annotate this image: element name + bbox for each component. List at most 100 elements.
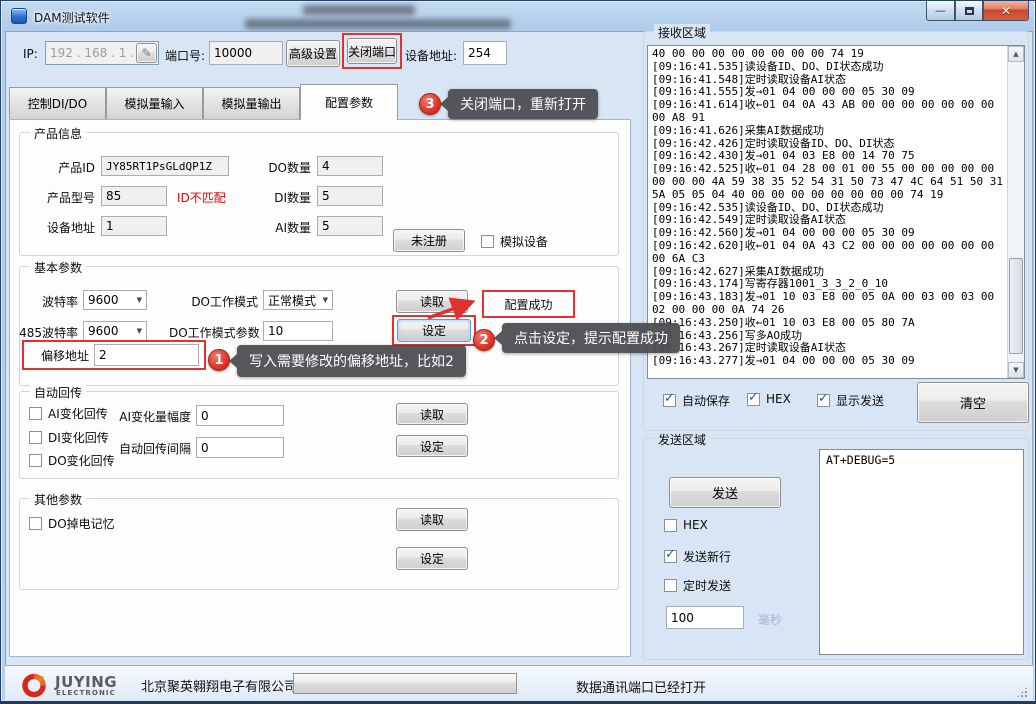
show-send-checkbox[interactable]: ✓ 显示发送 bbox=[817, 392, 884, 409]
send-button[interactable]: 发送 bbox=[669, 477, 781, 508]
checkbox-box bbox=[29, 454, 42, 467]
check-icon: ✓ bbox=[818, 391, 829, 406]
config-success-text: 配置成功 bbox=[504, 296, 552, 313]
checkbox-box bbox=[29, 407, 42, 420]
baud485-value: 9600 bbox=[88, 324, 135, 338]
callout-1-tooltip: 写入需要修改的偏移地址，比如2 bbox=[237, 345, 466, 377]
juying-logo-icon bbox=[19, 671, 49, 700]
basic-set-button[interactable]: 设定 bbox=[397, 319, 471, 342]
tab-label: 模拟量输入 bbox=[124, 95, 184, 112]
ai-range-input[interactable]: 0 bbox=[196, 405, 284, 426]
company-name: 北京聚英翱翔电子有限公司 bbox=[141, 676, 297, 695]
checkbox-label: 自动保存 bbox=[682, 392, 730, 409]
baud485-select[interactable]: 9600 ▼ bbox=[83, 321, 147, 341]
do-count-input[interactable]: 4 bbox=[317, 156, 383, 176]
clear-button[interactable]: 清空 bbox=[917, 382, 1029, 423]
set-label: 设定 bbox=[420, 550, 444, 567]
port-value: 10000 bbox=[214, 46, 252, 60]
callout-2-tooltip: 点击设定，提示配置成功 bbox=[502, 323, 680, 353]
tab-config-params[interactable]: 配置参数 bbox=[300, 84, 398, 120]
do-count-value: 4 bbox=[322, 159, 330, 173]
product-id-input[interactable]: JY85RT1PsGLdQP1Z bbox=[101, 156, 229, 176]
model-label: 产品型号 bbox=[31, 189, 95, 206]
resize-grip[interactable] bbox=[1016, 686, 1028, 698]
receive-log-text: 40 00 00 00 00 00 00 00 00 74 19 [09:16:… bbox=[652, 48, 1003, 376]
product-id-label: 产品ID bbox=[31, 159, 95, 176]
send-interval-input[interactable]: 100 bbox=[666, 606, 744, 629]
edit-ip-button[interactable]: ✎ bbox=[136, 43, 157, 63]
di-change-checkbox[interactable]: DI变化回传 bbox=[29, 429, 109, 446]
minimize-button[interactable]: — bbox=[926, 1, 955, 21]
send-content: AT+DEBUG=5 bbox=[826, 453, 895, 467]
checkbox-label: HEX bbox=[766, 392, 791, 406]
port-input[interactable]: 10000 bbox=[209, 41, 283, 65]
offset-value: 2 bbox=[99, 348, 107, 362]
tab-analog-input[interactable]: 模拟量输入 bbox=[106, 87, 203, 120]
device-address-input[interactable]: 254 bbox=[463, 41, 507, 65]
checkbox-box bbox=[29, 517, 42, 530]
checkbox-box bbox=[664, 519, 677, 532]
dev-addr-value: 1 bbox=[106, 219, 114, 233]
red-arrow-icon bbox=[425, 295, 481, 321]
do-change-checkbox[interactable]: DO变化回传 bbox=[29, 452, 115, 469]
hex-display-checkbox[interactable]: ✓ HEX bbox=[747, 392, 791, 406]
model-input[interactable]: 85 bbox=[101, 186, 167, 206]
auto-set-button[interactable]: 设定 bbox=[396, 435, 468, 457]
dev-addr-input[interactable]: 1 bbox=[101, 216, 167, 236]
baud485-label: 485波特率 bbox=[13, 324, 78, 341]
check-icon: ✓ bbox=[665, 547, 676, 562]
do-mode-param-input[interactable]: 10 bbox=[263, 321, 333, 341]
advanced-settings-button[interactable]: 高级设置 bbox=[286, 40, 340, 67]
do-mode-select[interactable]: 正常模式 ▼ bbox=[263, 290, 333, 310]
group-title: 基本参数 bbox=[30, 259, 86, 276]
logo-subtext: ELECTRONIC bbox=[56, 689, 116, 697]
sim-device-checkbox[interactable]: 模拟设备 bbox=[481, 233, 548, 250]
autosave-checkbox[interactable]: ✓ 自动保存 bbox=[663, 392, 730, 409]
maximize-button[interactable] bbox=[955, 1, 983, 21]
group-title: 接收区域 bbox=[654, 24, 710, 41]
callout-number: 3 bbox=[425, 97, 434, 112]
send-textarea[interactable]: AT+DEBUG=5 bbox=[819, 449, 1024, 655]
receive-log[interactable]: 40 00 00 00 00 00 00 00 00 74 19 [09:16:… bbox=[647, 45, 1025, 379]
send-label: 发送 bbox=[712, 483, 738, 502]
do-mode-param-value: 10 bbox=[268, 324, 283, 338]
auto-read-button[interactable]: 读取 bbox=[396, 403, 468, 425]
other-set-button[interactable]: 设定 bbox=[396, 547, 468, 570]
do-memory-checkbox[interactable]: DO掉电记忆 bbox=[29, 515, 115, 532]
unregistered-button[interactable]: 未注册 bbox=[393, 229, 465, 252]
device-address-value: 254 bbox=[468, 46, 491, 60]
tab-control-dido[interactable]: 控制DI/DO bbox=[9, 87, 106, 120]
timed-send-checkbox[interactable]: 定时发送 bbox=[664, 577, 731, 594]
ai-change-checkbox[interactable]: AI变化回传 bbox=[29, 405, 108, 422]
device-address-label: 设备地址: bbox=[405, 47, 457, 64]
receive-log-scrollbar[interactable]: ▲ ▼ bbox=[1007, 46, 1024, 378]
chevron-down-icon: ▼ bbox=[135, 327, 144, 335]
ms-label: 毫秒 bbox=[758, 611, 782, 628]
chevron-down-icon: ▼ bbox=[135, 296, 144, 304]
group-title: 其他参数 bbox=[30, 491, 86, 508]
tooltip-text: 写入需要修改的偏移地址，比如2 bbox=[249, 351, 454, 371]
interval-input[interactable]: 0 bbox=[196, 437, 284, 458]
di-count-input[interactable]: 5 bbox=[317, 186, 383, 206]
send-interval-value: 100 bbox=[671, 611, 694, 625]
send-newline-checkbox[interactable]: ✓ 发送新行 bbox=[664, 548, 731, 565]
title-bar[interactable]: DAM测试软件 — ✕ bbox=[1, 1, 1035, 31]
close-port-highlight bbox=[342, 33, 402, 69]
checkbox-label: DI变化回传 bbox=[48, 429, 109, 446]
close-button[interactable]: ✕ bbox=[983, 1, 1029, 21]
offset-label: 偏移地址 bbox=[31, 347, 89, 364]
offset-input[interactable]: 2 bbox=[94, 344, 199, 366]
send-hex-checkbox[interactable]: HEX bbox=[664, 518, 708, 532]
scrollbar-thumb[interactable] bbox=[1009, 258, 1023, 354]
callout-3-tooltip: 关闭端口，重新打开 bbox=[448, 89, 598, 119]
progress-bar bbox=[293, 673, 517, 694]
checkbox-label: 模拟设备 bbox=[500, 233, 548, 250]
port-label: 端口号: bbox=[165, 47, 205, 64]
other-read-button[interactable]: 读取 bbox=[396, 508, 468, 531]
scroll-down-button[interactable]: ▼ bbox=[1008, 362, 1024, 378]
ai-count-input[interactable]: 5 bbox=[317, 216, 383, 236]
baud-select[interactable]: 9600 ▼ bbox=[83, 290, 147, 310]
scroll-up-button[interactable]: ▲ bbox=[1008, 46, 1024, 62]
checkbox-box: ✓ bbox=[663, 394, 676, 407]
tab-analog-output[interactable]: 模拟量输出 bbox=[203, 87, 300, 120]
